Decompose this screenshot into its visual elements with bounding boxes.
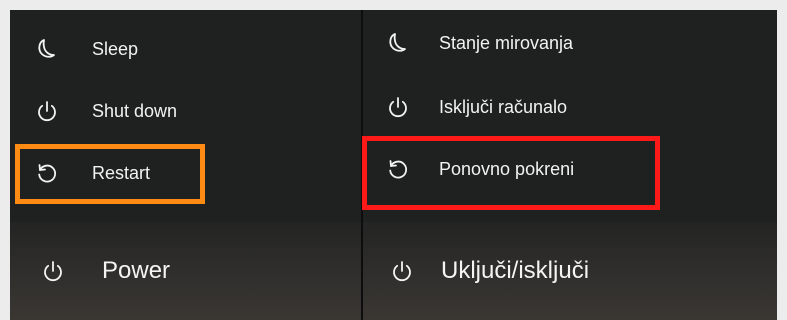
power-icon xyxy=(34,98,60,124)
restart-menu-item[interactable]: Ponovno pokreni xyxy=(363,142,777,196)
power-button[interactable]: Power xyxy=(10,222,361,320)
shut-down-label: Shut down xyxy=(92,100,178,121)
power-icon xyxy=(40,258,66,284)
power-label: Power xyxy=(102,257,171,284)
restart-label: Restart xyxy=(92,162,151,183)
moon-icon xyxy=(34,36,60,62)
power-options-menu: Stanje mirovanja Isključi računalo Ponov… xyxy=(363,10,777,222)
restart-icon xyxy=(385,156,411,182)
power-menu-english: Sleep Shut down Restart Power xyxy=(10,10,361,320)
power-button-row: Uključi/isključi xyxy=(363,222,777,320)
sleep-label: Sleep xyxy=(92,38,139,59)
moon-icon xyxy=(385,30,411,56)
power-button-row: Power xyxy=(10,222,361,320)
screenshot-frame: Sleep Shut down Restart Power Stanje mir… xyxy=(0,0,787,320)
power-icon xyxy=(389,258,415,284)
shut-down-menu-item[interactable]: Isključi računalo xyxy=(363,80,777,134)
power-icon xyxy=(385,94,411,120)
shut-down-menu-item[interactable]: Shut down xyxy=(10,84,361,138)
power-label: Uključi/isključi xyxy=(441,257,590,284)
restart-icon xyxy=(34,160,60,186)
power-button[interactable]: Uključi/isključi xyxy=(363,222,777,320)
sleep-menu-item[interactable]: Sleep xyxy=(10,22,361,76)
restart-label: Ponovno pokreni xyxy=(439,158,575,179)
restart-menu-item[interactable]: Restart xyxy=(10,146,361,200)
power-menu-croatian: Stanje mirovanja Isključi računalo Ponov… xyxy=(363,10,777,320)
power-options-menu: Sleep Shut down Restart xyxy=(10,10,361,222)
sleep-label: Stanje mirovanja xyxy=(439,32,574,53)
shut-down-label: Isključi računalo xyxy=(439,96,568,117)
sleep-menu-item[interactable]: Stanje mirovanja xyxy=(363,16,777,70)
